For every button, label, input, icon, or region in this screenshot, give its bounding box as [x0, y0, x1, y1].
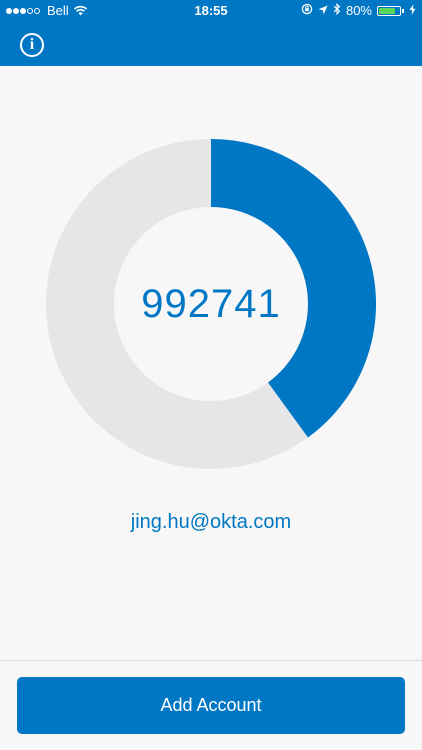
account-email: jing.hu@okta.com: [130, 511, 292, 533]
battery-fill: [379, 7, 395, 14]
app-header: Bell 18:55 80% i: [0, 0, 422, 66]
countdown-ring: 992741: [46, 139, 376, 469]
battery-tip: [402, 8, 404, 13]
add-account-button[interactable]: Add Account: [17, 677, 405, 734]
status-bar: Bell 18:55 80%: [0, 0, 422, 22]
battery-percent: 80%: [345, 3, 372, 18]
bluetooth-icon: [333, 2, 341, 18]
location-arrow-icon: [318, 3, 328, 18]
info-icon: i: [29, 36, 35, 53]
status-right: 80%: [301, 2, 416, 18]
battery-icon: [377, 5, 401, 16]
okta-verify-screen: Bell 18:55 80% i 992741 jing.hu@okta.com…: [0, 0, 422, 750]
passcode: 992741: [141, 281, 281, 326]
add-account-label: Add Account: [160, 695, 262, 715]
info-button[interactable]: i: [20, 33, 44, 57]
rotation-lock-icon: [301, 3, 313, 18]
charging-bolt-icon: [409, 3, 416, 18]
